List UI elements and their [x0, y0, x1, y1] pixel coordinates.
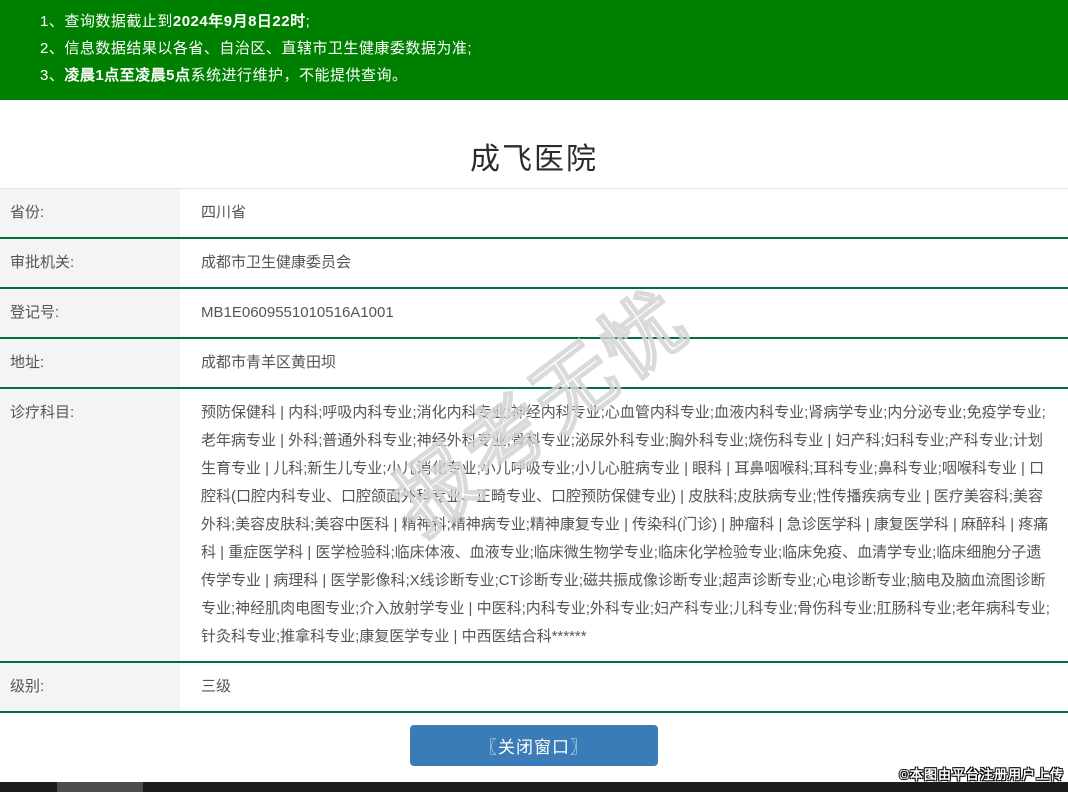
content-area: 成飞医院 省份: 四川省审批机关: 成都市卫生健康委员会登记号: MB1E060955…	[0, 100, 1068, 766]
row-label: 级别:	[0, 663, 180, 711]
notice-text: 2024年9月8日22时	[172, 13, 306, 30]
row-label: 诊疗科目:	[0, 389, 180, 661]
notice-number: 2、	[40, 40, 65, 57]
table-row: 地址: 成都市青羊区黄田坝	[0, 339, 1068, 389]
row-value: MB1E0609551010516A1001	[201, 304, 394, 321]
table-row: 省份: 四川省	[0, 189, 1068, 239]
row-value: 三级	[201, 678, 232, 695]
row-value: 预防保健科 | 内科;呼吸内科专业;消化内科专业;神经内科专业;心血管内科专业;…	[201, 404, 1050, 645]
close-window-button[interactable]: 〖关闭窗口〗	[410, 725, 658, 766]
notice-line: 2、信息数据结果以各省、自治区、直辖市卫生健康委数据为准;	[40, 35, 1068, 62]
notice-text: 查询数据截止到	[64, 13, 173, 30]
table-row: 审批机关: 成都市卫生健康委员会	[0, 239, 1068, 289]
notice-number: 3、	[40, 67, 65, 84]
notice-bar: 1、查询数据截止到2024年9月8日22时; 2、信息数据结果以各省、自治区、直辖…	[0, 0, 1068, 100]
table-row: 诊疗科目: 预防保健科 | 内科;呼吸内科专业;消化内科专业;神经内科专业;心血管…	[0, 389, 1068, 663]
row-value: 四川省	[201, 204, 247, 221]
horizontal-scrollbar[interactable]	[0, 782, 1068, 792]
notice-line: 3、凌晨1点至凌晨5点系统进行维护，不能提供查询。	[40, 62, 1068, 89]
row-label: 省份:	[0, 189, 180, 237]
row-label: 地址:	[0, 339, 180, 387]
notice-text: 系统进行维护，不能提供查询。	[190, 67, 408, 84]
table-row: 登记号: MB1E0609551010516A1001	[0, 289, 1068, 339]
table-row: 级别: 三级	[0, 663, 1068, 713]
copyright-text: ©本图由平台注册用户上传	[899, 767, 1064, 782]
page-title: 成飞医院	[470, 143, 598, 176]
scrollbar-thumb[interactable]	[57, 782, 143, 792]
row-value: 成都市青羊区黄田坝	[201, 354, 337, 371]
row-value: 成都市卫生健康委员会	[201, 254, 352, 271]
row-label: 登记号:	[0, 289, 180, 337]
notice-text: ;	[305, 13, 311, 30]
notice-text: 信息数据结果以各省、自治区、直辖市卫生健康委数据为准;	[64, 40, 473, 57]
row-label: 审批机关:	[0, 239, 180, 287]
hospital-info-table: 省份: 四川省审批机关: 成都市卫生健康委员会登记号: MB1E06095510105…	[0, 188, 1068, 713]
button-row: 〖关闭窗口〗	[0, 725, 1068, 766]
notice-number: 1、	[40, 13, 65, 30]
page: 1、查询数据截止到2024年9月8日22时; 2、信息数据结果以各省、自治区、直辖…	[0, 0, 1068, 792]
notice-line: 1、查询数据截止到2024年9月8日22时;	[40, 8, 1068, 35]
notice-text: 凌晨1点至凌晨5点	[64, 67, 191, 84]
